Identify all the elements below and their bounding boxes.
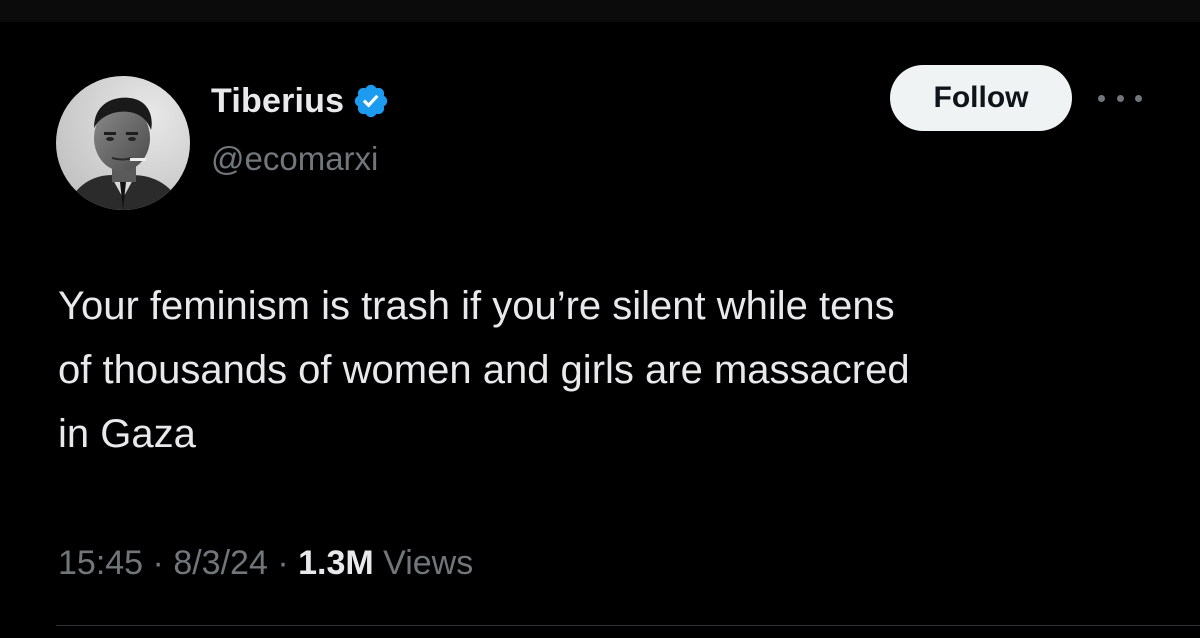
tweet-time[interactable]: 15:45 [58, 544, 143, 582]
tweet-card: Tiberius @ecomarxi Follow Your feminism … [0, 22, 1200, 638]
verified-badge-icon[interactable] [352, 82, 390, 120]
views-count[interactable]: 1.3M [298, 544, 374, 582]
more-dot [1135, 94, 1142, 102]
tweet-text: Your feminism is trash if you’re silent … [58, 284, 910, 456]
avatar[interactable] [56, 76, 190, 210]
more-dot [1098, 94, 1105, 102]
author-display-name[interactable]: Tiberius [211, 82, 344, 121]
follow-button[interactable]: Follow [890, 65, 1072, 131]
tweet-meta: 15:45 · 8/3/24 · 1.3M Views [58, 544, 473, 583]
top-strip [0, 0, 1200, 22]
more-horizontal-icon[interactable] [1098, 84, 1142, 112]
author-handle[interactable]: @ecomarxi [211, 140, 378, 178]
more-dot [1116, 94, 1124, 102]
tweet-date[interactable]: 8/3/24 [173, 544, 268, 582]
divider [56, 625, 1200, 626]
meta-separator: · [277, 544, 289, 582]
views-label: Views [383, 544, 474, 582]
author-name-row: Tiberius [211, 78, 390, 124]
portrait-photo-icon [56, 76, 190, 210]
meta-separator: · [152, 544, 164, 582]
